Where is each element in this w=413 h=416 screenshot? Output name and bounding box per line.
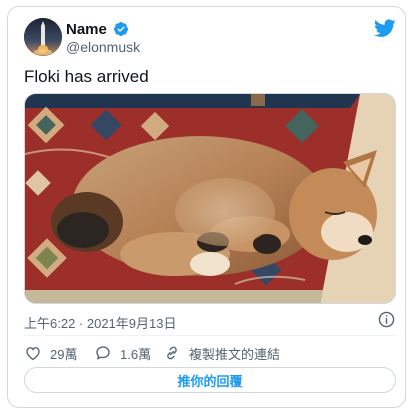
handle[interactable]: @elonmusk [66, 39, 140, 55]
copy-link-button[interactable]: 複製推文的連結 [163, 343, 280, 363]
display-name[interactable]: Name [66, 21, 107, 38]
avatar[interactable] [24, 18, 62, 56]
tweet-card: Name @elonmusk Floki has arrived 上午6:22 … [7, 6, 406, 408]
copy-link-label: 複製推文的連結 [189, 346, 281, 362]
like-count: 29萬 [50, 346, 78, 362]
reply-count: 1.6萬 [120, 346, 152, 362]
reply-action[interactable]: 1.6萬 [94, 343, 151, 363]
divider [24, 335, 396, 336]
tweet-timestamp[interactable]: 上午6:22 · 2021年9月13日 [24, 313, 176, 332]
link-icon [167, 346, 177, 360]
speech-bubble-icon [96, 346, 110, 360]
tweet-photo[interactable] [24, 93, 396, 304]
heart-icon [26, 347, 40, 361]
verified-badge-icon [113, 22, 128, 36]
reply-button[interactable]: 推你的回覆 [24, 367, 396, 393]
tweet-text: Floki has arrived [24, 67, 149, 86]
like-button[interactable]: 29萬 [24, 343, 77, 363]
info-icon[interactable] [378, 311, 395, 328]
twitter-bird-icon[interactable] [374, 19, 396, 38]
